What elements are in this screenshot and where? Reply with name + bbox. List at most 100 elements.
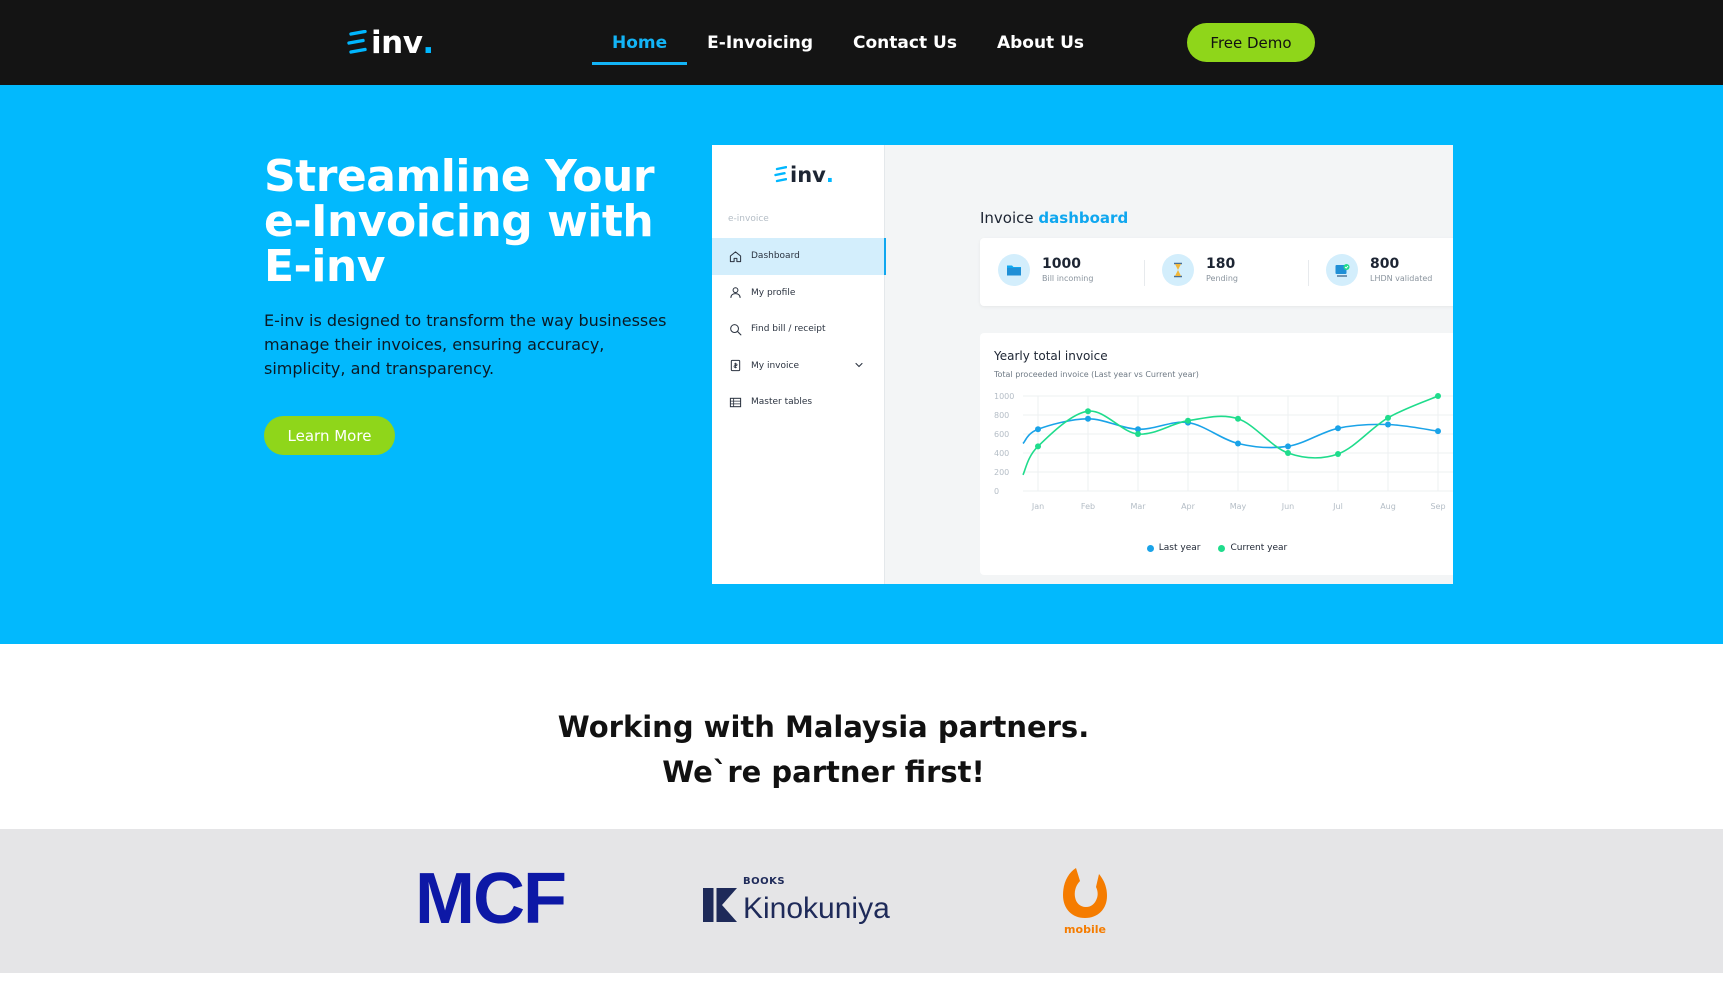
partner-logo-u-mobile: mobile [1058, 865, 1112, 939]
stat-lhdn-validated: 800 LHDN validated [1326, 254, 1432, 286]
yearly-invoice-line-chart: 0 200 400 600 800 1000 Jan Feb Mar Apr May Jun Jul Au… [994, 392, 1453, 511]
x-tick-label: Jun [1281, 502, 1295, 511]
data-point-current-year-jan [1035, 443, 1041, 450]
dashboard-preview: inv. e-invoice Dashboard My profile Find… [712, 145, 1453, 584]
yearly-invoice-chart-card: Yearly total invoice Total proceeded inv… [980, 333, 1453, 575]
chevron-down-icon[interactable] [854, 360, 864, 370]
chart-subtitle: Total proceeded invoice (Last year vs Cu… [994, 370, 1199, 379]
nav-link-e-invoicing[interactable]: E-Invoicing [687, 0, 833, 85]
dashboard-title-accent: dashboard [1038, 209, 1129, 227]
sidebar-item-label: Master tables [751, 397, 813, 408]
data-point-current-year-sep [1435, 393, 1441, 399]
legend-label: Current year [1230, 543, 1288, 553]
hero-title-line-1: Streamline Your [264, 151, 655, 202]
sidebar-item-find-bill[interactable]: Find bill / receipt [712, 311, 885, 348]
sidebar-item-my-profile[interactable]: My profile [712, 275, 885, 312]
hero-title: Streamline Your e-Invoicing with E-inv [264, 154, 694, 289]
stat-icon-wrap [1326, 254, 1358, 286]
stat-value: 180 [1206, 255, 1236, 272]
main-nav: Home E-Invoicing Contact Us About Us [592, 0, 1104, 85]
folder-icon [1007, 265, 1021, 276]
partner-logo-kinokuniya: BOOKS Kinokuniya [703, 876, 890, 928]
nav-link-about-us[interactable]: About Us [977, 0, 1104, 85]
sidebar-item-label: My invoice [751, 360, 799, 371]
dashboard-brand-name: inv [790, 163, 826, 187]
sidebar-item-master-tables[interactable]: Master tables [712, 384, 885, 421]
stat-divider [1144, 260, 1145, 286]
nav-link-contact-us[interactable]: Contact Us [833, 0, 977, 85]
legend-item-current-year[interactable]: Current year [1218, 543, 1287, 553]
nav-link-home[interactable]: Home [592, 0, 688, 85]
home-icon [729, 251, 742, 262]
hero-description: E-inv is designed to transform the way b… [264, 311, 667, 378]
partners-heading-line-1: Working with Malaysia partners. [557, 710, 1090, 744]
search-icon [730, 323, 742, 336]
stat-divider [1308, 260, 1309, 286]
brand-dot: . [422, 25, 435, 61]
stat-label: LHDN validated [1370, 273, 1433, 283]
hero-section: Streamline Your e-Invoicing with E-inv E… [0, 85, 1723, 644]
dashboard-brand-dot: . [825, 163, 834, 187]
y-tick-label: 800 [994, 411, 1009, 420]
x-tick-label: Apr [1181, 502, 1196, 511]
x-tick-label: Jan [1031, 502, 1044, 511]
stat-bill-incoming: 1000 Bill incoming [998, 254, 1093, 286]
partners-heading: Working with Malaysia partners. We`re pa… [0, 705, 1647, 795]
hero-title-line-2: e-Invoicing with [264, 196, 654, 247]
hero-title-line-3: E-inv [264, 241, 385, 292]
dashboard-title: Invoice dashboard [980, 209, 1128, 227]
x-tick-label: May [1230, 502, 1247, 511]
data-point-last-year-jan [1035, 426, 1041, 433]
stat-label: Pending [1206, 273, 1238, 283]
series-line-last-year [1022, 417, 1439, 449]
data-point-current-year-aug [1385, 414, 1391, 421]
partners-heading-line-2: We`re partner first! [662, 755, 985, 789]
top-navbar: inv. Home E-Invoicing Contact Us About U… [0, 0, 1723, 85]
data-point-current-year-mar [1135, 431, 1141, 437]
data-point-last-year-aug [1385, 421, 1391, 428]
data-point-current-year-jul [1335, 450, 1341, 457]
kinokuniya-books-label: BOOKS [743, 876, 786, 887]
y-tick-label: 400 [994, 449, 1009, 458]
sidebar-item-dashboard[interactable]: Dashboard [712, 238, 886, 275]
kinokuniya-name: Kinokuniya [743, 892, 890, 925]
y-tick-label: 200 [994, 468, 1009, 477]
x-tick-label: Sep [1430, 502, 1445, 511]
data-point-current-year-jun [1285, 450, 1291, 456]
u-mobile-mark-icon [1063, 868, 1107, 918]
logo-mark-icon [774, 166, 787, 183]
legend-label: Last year [1158, 543, 1201, 553]
legend-item-last-year[interactable]: Last year [1146, 543, 1201, 553]
y-tick-label: 600 [994, 430, 1009, 439]
data-point-current-year-apr [1185, 417, 1191, 424]
dashboard-sidebar: inv. e-invoice Dashboard My profile Find… [712, 145, 886, 584]
free-demo-button[interactable]: Free Demo [1187, 23, 1315, 62]
partner-logo-mcf: MCF [415, 859, 567, 939]
y-tick-label: 1000 [994, 392, 1014, 401]
data-point-last-year-jul [1335, 425, 1341, 432]
x-tick-label: Aug [1380, 502, 1396, 511]
stat-icon-wrap [998, 254, 1030, 286]
stat-value: 1000 [1042, 255, 1081, 272]
data-point-last-year-sep [1435, 428, 1441, 435]
chart-legend: Last year Current year [980, 543, 1453, 553]
kinokuniya-mark-icon [703, 888, 737, 922]
stat-value: 800 [1370, 255, 1400, 272]
sidebar-section-label: e-invoice [728, 214, 769, 224]
chart-title: Yearly total invoice [994, 349, 1108, 363]
y-tick-label: 0 [994, 487, 999, 496]
sidebar-item-my-invoice[interactable]: My invoice [712, 348, 885, 385]
stat-label: Bill incoming [1042, 273, 1094, 283]
hourglass-icon [1174, 262, 1182, 278]
data-point-current-year-may [1235, 415, 1241, 422]
legend-dot [1218, 544, 1226, 552]
brand-logo[interactable]: inv. [347, 25, 435, 61]
learn-more-button[interactable]: Learn More [264, 416, 395, 455]
sidebar-item-label: Find bill / receipt [751, 324, 826, 335]
legend-dot [1146, 544, 1154, 552]
x-tick-label: Jul [1332, 502, 1343, 511]
validated-icon [1335, 264, 1350, 277]
data-point-last-year-may [1235, 440, 1241, 447]
data-point-current-year-feb [1085, 408, 1091, 415]
kinokuniya-wordmark: BOOKS Kinokuniya [743, 876, 890, 928]
